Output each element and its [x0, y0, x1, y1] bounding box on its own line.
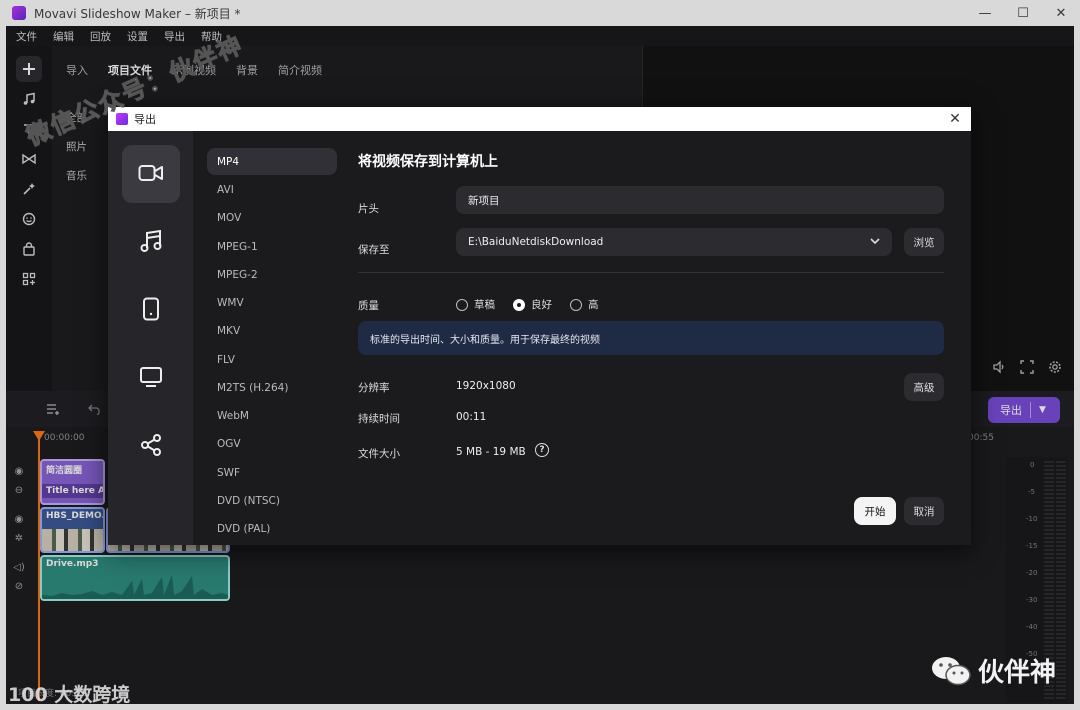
format-item[interactable]: OGV: [207, 430, 337, 457]
quality-option-draft[interactable]: 草稿: [456, 297, 495, 312]
radio-unchecked-icon: [456, 298, 468, 311]
format-item[interactable]: MPEG-1: [207, 233, 337, 260]
resolution-label: 分辨率: [358, 382, 390, 394]
format-item[interactable]: WMV: [207, 289, 337, 316]
quality-option-good[interactable]: 良好: [513, 297, 552, 312]
category-video-button[interactable]: [122, 145, 180, 203]
resolution-value: 1920x1080: [456, 380, 516, 392]
format-item[interactable]: MOV: [207, 204, 337, 231]
category-device-button[interactable]: [122, 281, 180, 339]
save-path-select[interactable]: E:\BaiduNetdiskDownload: [456, 228, 892, 256]
quality-info-banner: 标准的导出时间、大小和质量。用于保存最终的视频: [358, 321, 944, 355]
chevron-down-icon: [870, 236, 880, 248]
dialog-heading: 将视频保存到计算机上: [358, 154, 498, 170]
save-path-value: E:\BaiduNetdiskDownload: [468, 236, 604, 248]
dialog-titlebar: 导出 ✕: [108, 107, 971, 131]
format-item[interactable]: SWF: [207, 459, 337, 486]
radio-checked-icon: [513, 298, 525, 311]
category-tv-button[interactable]: [122, 349, 180, 407]
category-audio-button[interactable]: [122, 213, 180, 271]
dialog-title: 导出: [134, 113, 156, 126]
category-share-button[interactable]: [122, 417, 180, 475]
filesize-value: 5 MB - 19 MB: [456, 446, 526, 458]
wechat-icon: [930, 655, 972, 687]
duration-label: 持续时间: [358, 413, 400, 425]
phone-icon: [142, 297, 160, 324]
tv-icon: [139, 366, 163, 391]
browse-button[interactable]: 浏览: [904, 228, 944, 256]
format-item[interactable]: FLV: [207, 346, 337, 373]
quality-option-high[interactable]: 高: [570, 297, 599, 312]
quality-label: 质量: [358, 300, 379, 312]
format-item[interactable]: WebM: [207, 402, 337, 429]
quality-radio-group: 草稿 良好 高: [456, 297, 599, 312]
format-item[interactable]: M2TS (H.264): [207, 374, 337, 401]
share-icon: [139, 433, 163, 460]
format-list: MP4 AVI MOV MPEG-1 MPEG-2 WMV MKV FLV M2…: [193, 131, 343, 545]
export-category-list: [108, 131, 193, 545]
quality-option-label: 高: [588, 299, 599, 311]
format-item[interactable]: DVD (NTSC): [207, 487, 337, 514]
save-to-label: 保存至: [358, 244, 390, 256]
section-divider: [358, 272, 944, 273]
quality-option-label: 草稿: [474, 299, 495, 311]
filesize-label: 文件大小: [358, 448, 400, 460]
format-item[interactable]: MPEG-2: [207, 261, 337, 288]
name-input[interactable]: 新项目: [456, 186, 944, 214]
watermark-bottom-right: 伙伴神: [930, 652, 1056, 689]
watermark-text: 伙伴神: [978, 658, 1057, 688]
help-icon[interactable]: ?: [535, 443, 549, 457]
format-item[interactable]: MP4: [207, 148, 337, 175]
export-dialog: 导出 ✕ MP4 AVI MOV MPEG-1 MPEG-2 WMV MKV F…: [108, 107, 971, 545]
music-note-icon: [140, 229, 162, 256]
format-item[interactable]: MKV: [207, 317, 337, 344]
app-logo-icon: [116, 113, 128, 125]
video-camera-icon: [138, 163, 164, 186]
format-item[interactable]: AVI: [207, 176, 337, 203]
advanced-button[interactable]: 高级: [904, 373, 944, 401]
cancel-button[interactable]: 取消: [904, 497, 944, 525]
name-label: 片头: [358, 203, 379, 215]
export-settings-panel: 将视频保存到计算机上 片头 新项目 保存至 E:\BaiduNetdiskDow…: [358, 131, 948, 545]
radio-unchecked-icon: [570, 298, 582, 311]
start-button[interactable]: 开始: [854, 497, 896, 525]
format-item[interactable]: DVD (PAL): [207, 515, 337, 542]
duration-value: 00:11: [456, 411, 487, 423]
quality-option-label: 良好: [531, 299, 552, 311]
dialog-close-button[interactable]: ✕: [945, 109, 965, 129]
watermark-bottom-left: 100 大数跨境: [8, 684, 131, 706]
